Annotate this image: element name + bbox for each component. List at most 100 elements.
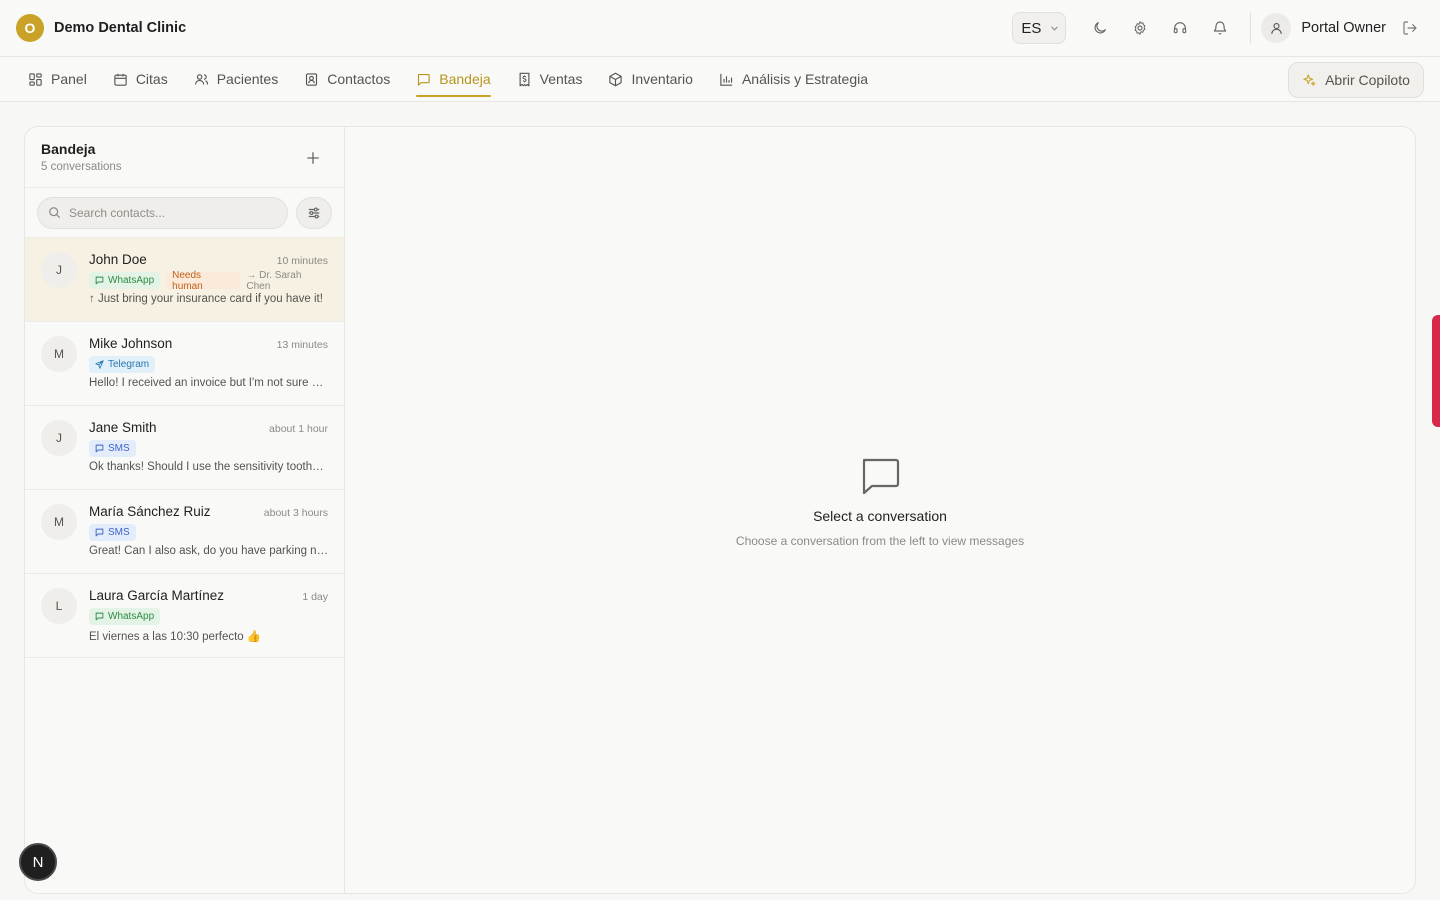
nav-label: Inventario	[631, 71, 693, 87]
nav-bandeja[interactable]: Bandeja	[416, 57, 492, 102]
contact-name: John Doe	[89, 252, 147, 267]
conversation-time: 1 day	[302, 591, 328, 603]
nav-label: Análisis y Estrategia	[741, 71, 869, 87]
conversation-time: 13 minutes	[276, 339, 328, 351]
sparkles-icon	[1303, 73, 1316, 86]
theme-toggle-button[interactable]	[1082, 10, 1118, 46]
feedback-tab[interactable]	[1432, 315, 1440, 427]
message-preview: El viernes a las 10:30 perfecto 👍	[89, 631, 262, 643]
message-preview: Ok thanks! Should I use the sensitivity …	[89, 461, 329, 473]
assignee: → Dr. Sarah Chen	[246, 269, 302, 292]
conversation-item[interactable]: M Mike Johnson 13 minutes Telegram Hello…	[25, 322, 344, 406]
bar-chart-icon	[720, 73, 733, 86]
chevron-down-icon	[1051, 26, 1059, 31]
message-preview: ↑ Just bring your insurance card if you …	[89, 293, 323, 305]
message-square-icon	[95, 276, 104, 285]
calendar-icon	[114, 73, 127, 86]
conversation-time: about 3 hours	[263, 507, 328, 519]
nav-contactos[interactable]: Contactos	[304, 57, 390, 102]
topbar-actions: ES Portal Owner	[1012, 0, 1424, 56]
send-icon	[95, 360, 104, 369]
channel-label: SMS	[108, 443, 130, 454]
message-preview: Hello! I received an invoice but I'm not…	[89, 377, 329, 389]
contact-avatar: M	[41, 336, 77, 372]
receipt-icon	[519, 72, 530, 86]
settings-button[interactable]	[1122, 10, 1158, 46]
nav-analisis[interactable]: Análisis y Estrategia	[719, 57, 868, 102]
nav-inventario[interactable]: Inventario	[608, 57, 693, 102]
conversation-item[interactable]: M María Sánchez Ruiz about 3 hours SMS G…	[25, 490, 344, 574]
support-button[interactable]	[1162, 10, 1198, 46]
empty-state: Select a conversation Choose a conversat…	[345, 127, 1415, 893]
contact-avatar: L	[41, 588, 77, 624]
nav-label: Citas	[135, 71, 168, 87]
conversation-header: John Doe 10 minutes	[89, 252, 328, 267]
search-icon	[49, 207, 60, 218]
channel-badge: WhatsApp	[89, 272, 161, 289]
contact-avatar: J	[41, 420, 77, 456]
conversation-count: 5 conversations	[41, 161, 122, 173]
avatar	[1261, 13, 1292, 43]
message-square-icon	[95, 444, 104, 453]
layout-grid-icon	[29, 72, 42, 86]
user-name: Portal Owner	[1301, 20, 1386, 36]
channel-label: WhatsApp	[108, 275, 155, 286]
nav-citas[interactable]: Citas	[113, 57, 168, 102]
channel-badge: SMS	[89, 440, 136, 457]
search-row	[25, 188, 344, 238]
search-input[interactable]	[69, 205, 278, 220]
conversation-item[interactable]: J John Doe 10 minutes WhatsApp Needs hum…	[25, 238, 344, 322]
inbox-title: Bandeja	[41, 141, 96, 157]
logout-button[interactable]	[1396, 14, 1424, 42]
sliders-icon	[308, 207, 320, 218]
dev-tools-button[interactable]: N	[19, 843, 57, 881]
clinic-name: Demo Dental Clinic	[54, 20, 187, 36]
channel-label: WhatsApp	[108, 611, 155, 622]
contact-icon	[306, 72, 318, 86]
brand-logo: O	[16, 14, 44, 42]
search-box[interactable]	[37, 196, 289, 229]
logout-icon	[1403, 21, 1417, 35]
empty-state-title: Select a conversation	[813, 508, 947, 524]
empty-state-content: Select a conversation Choose a conversat…	[736, 456, 1024, 548]
inbox-panel: Bandeja 5 conversations J John Doe 10 mi…	[24, 126, 1416, 894]
nav-label: Bandeja	[439, 71, 491, 87]
open-copilot-button[interactable]: Abrir Copiloto	[1288, 62, 1424, 98]
nav-label: Ventas	[539, 71, 583, 87]
conversation-header: Mike Johnson 13 minutes	[89, 336, 328, 351]
new-conversation-button[interactable]	[304, 149, 322, 167]
contact-avatar: M	[41, 504, 77, 540]
nav-panel[interactable]: Panel	[28, 57, 87, 102]
nav-label: Pacientes	[216, 71, 279, 87]
channel-badge: SMS	[89, 524, 136, 541]
conversation-tags: SMS	[89, 524, 328, 541]
conversation-item[interactable]: L Laura García Martínez 1 day WhatsApp E…	[25, 574, 344, 658]
gear-icon	[1134, 21, 1146, 35]
conversation-item[interactable]: J Jane Smith about 1 hour SMS Ok thanks!…	[25, 406, 344, 490]
message-square-icon	[418, 73, 430, 86]
filter-button[interactable]	[296, 196, 332, 229]
nav-ventas[interactable]: Ventas	[517, 57, 583, 102]
nav-pacientes[interactable]: Pacientes	[194, 57, 278, 102]
nav-label: Contactos	[327, 71, 391, 87]
channel-badge: Telegram	[89, 356, 156, 373]
moon-icon	[1094, 22, 1107, 34]
message-square-icon	[95, 528, 104, 537]
channel-badge: WhatsApp	[89, 608, 161, 625]
contact-avatar: J	[41, 252, 77, 288]
conversation-tags: WhatsApp Needs human → Dr. Sarah Chen	[89, 269, 328, 292]
package-icon	[609, 72, 623, 86]
message-preview: Great! Can I also ask, do you have parki…	[89, 545, 329, 557]
notifications-button[interactable]	[1202, 10, 1238, 46]
main-nav: Panel Citas Pacientes Contactos Bandeja …	[0, 57, 1440, 102]
inbox-header: Bandeja 5 conversations	[25, 127, 344, 188]
user-menu[interactable]: Portal Owner	[1261, 13, 1386, 43]
nav-label: Panel	[51, 71, 87, 87]
brand[interactable]: O Demo Dental Clinic	[16, 14, 186, 42]
language-select[interactable]: ES	[1012, 12, 1067, 44]
contact-name: Mike Johnson	[89, 336, 173, 351]
bell-icon	[1214, 21, 1227, 35]
conversation-time: about 1 hour	[269, 423, 328, 435]
conversation-header: Jane Smith about 1 hour	[89, 420, 328, 435]
channel-label: Telegram	[108, 359, 150, 370]
